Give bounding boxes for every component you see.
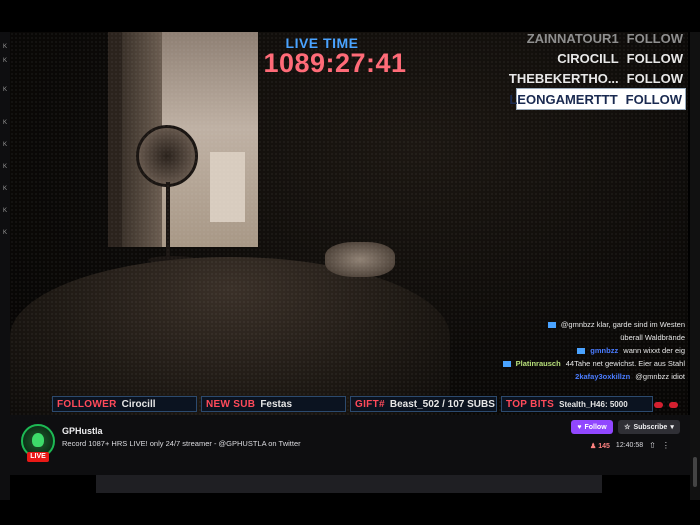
page-scrollbar[interactable] bbox=[690, 32, 700, 500]
chevron-down-icon: ▾ bbox=[670, 424, 674, 431]
viewer-count: ♟ 145 bbox=[590, 442, 610, 450]
stream-uptime: 12:40:58 bbox=[615, 442, 644, 449]
chat-line: gmnbzz wann wixxt der eig bbox=[470, 344, 685, 357]
chat-line: 2kafay3oxkillzn @gmnbzz idiot bbox=[575, 372, 685, 381]
star-icon: ☆ bbox=[624, 424, 631, 431]
chat-line: @gmnbzz klar, garde sind im Westen bbox=[470, 318, 685, 331]
share-icon[interactable]: ⇧ bbox=[649, 441, 656, 450]
scrollbar-thumb[interactable] bbox=[693, 457, 697, 487]
viewers-icon: ♟ bbox=[590, 442, 597, 450]
ticker-new-sub: NEW SUB Festas bbox=[201, 396, 346, 412]
rail-item[interactable]: K bbox=[0, 142, 10, 148]
chat-overlay: @gmnbzz klar, garde sind im Westen übera… bbox=[470, 318, 685, 383]
overlay-icons bbox=[654, 402, 678, 408]
chat-line: Platinrausch 44Tahe net gewichst. Eier a… bbox=[470, 357, 685, 370]
ticker-follower: FOLLOWER Cirocill bbox=[52, 396, 197, 412]
overlay-badge-icon bbox=[669, 402, 678, 408]
channel-name[interactable]: GPHustla bbox=[62, 426, 103, 436]
rail-item[interactable]: K bbox=[0, 87, 10, 93]
channel-info-bar: LIVE GPHustla Record 1087+ HRS LIVE! onl… bbox=[10, 415, 690, 475]
chat-badge-icon bbox=[577, 348, 586, 355]
rail-item[interactable]: K bbox=[0, 230, 10, 236]
follow-button[interactable]: ♥ Follow bbox=[571, 420, 613, 434]
stream-stats: ♟ 145 12:40:58 ⇧ ⋮ bbox=[590, 441, 685, 450]
heart-icon: ♥ bbox=[577, 423, 582, 431]
rail-item[interactable]: K bbox=[0, 208, 10, 214]
subscribe-button[interactable]: ☆ Subscribe ▾ bbox=[618, 420, 680, 434]
follow-row-highlighted: LEONGAMERTTT FOLLOW bbox=[509, 88, 686, 110]
chat-line: überall Waldbrände bbox=[620, 333, 685, 342]
more-icon[interactable]: ⋮ bbox=[662, 441, 670, 450]
ticker-gift: GIFT# Beast_502 / 107 SUBS bbox=[350, 396, 497, 412]
live-badge: LIVE bbox=[27, 452, 49, 462]
follow-row: CIROCILL FOLLOW bbox=[557, 50, 683, 66]
bottom-panel bbox=[96, 475, 602, 493]
event-ticker: FOLLOWER Cirocill NEW SUB Festas GIFT# B… bbox=[52, 396, 662, 412]
left-rail: K K K K K K K K K bbox=[0, 32, 10, 500]
rail-item[interactable]: K bbox=[0, 186, 10, 192]
rail-item[interactable]: K bbox=[0, 58, 10, 64]
rail-item[interactable]: K bbox=[0, 164, 10, 170]
chat-badge-icon bbox=[547, 322, 556, 329]
ticker-top-bits: TOP BITS Stealth_H46: 5000 bbox=[501, 396, 653, 412]
stream-title: Record 1087+ HRS LIVE! only 24/7 streame… bbox=[62, 439, 301, 448]
follow-row: THEBEKERTHO... FOLLOW bbox=[508, 70, 683, 86]
chat-badge-icon bbox=[502, 361, 511, 368]
live-time-counter: 1089:27:41 bbox=[263, 48, 407, 78]
recent-follows-list: ZAINNATOUR1 FOLLOW CIROCILL FOLLOW THEBE… bbox=[508, 28, 686, 110]
overlay-badge-icon bbox=[654, 402, 663, 408]
follow-row: ZAINNATOUR1 FOLLOW bbox=[526, 30, 683, 46]
rail-item[interactable]: K bbox=[0, 120, 10, 126]
rail-item[interactable]: K bbox=[0, 44, 10, 50]
